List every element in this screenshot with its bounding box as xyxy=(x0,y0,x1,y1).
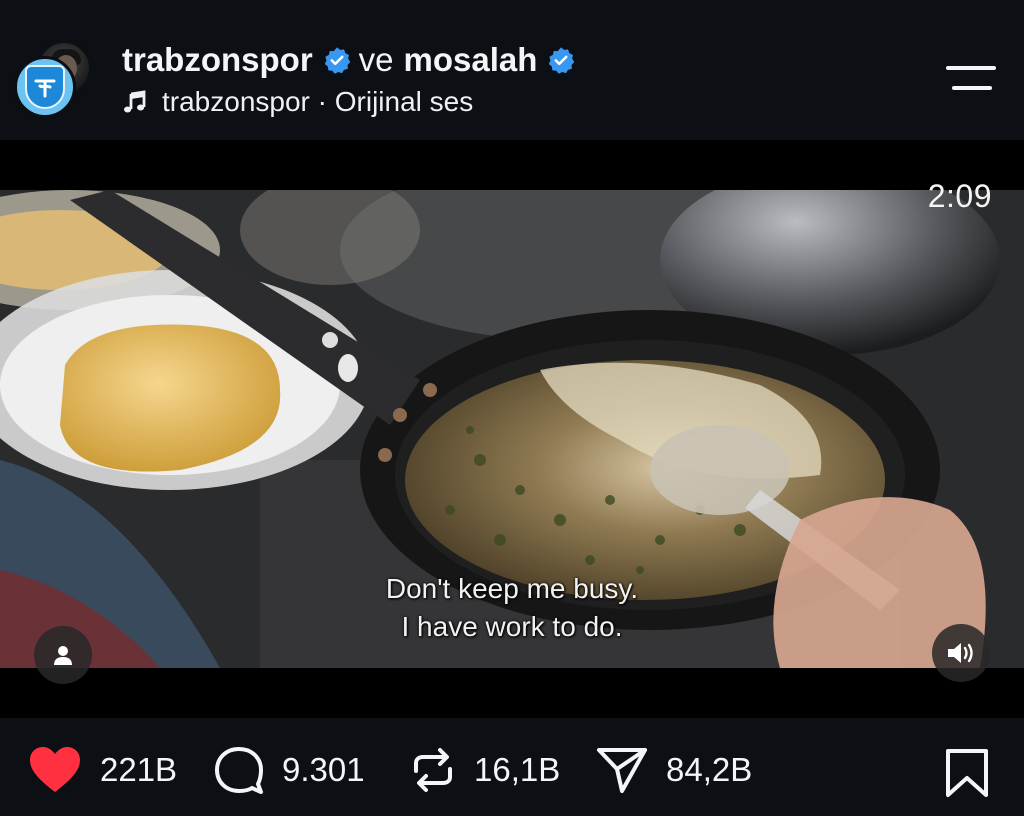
subtitle-line: I have work to do. xyxy=(401,611,623,642)
post-header: trabzonspor ve mosalah trabzonspor · Ori… xyxy=(0,0,1024,140)
author-secondary-link[interactable]: mosalah xyxy=(404,41,538,79)
heart-icon xyxy=(30,747,80,792)
comment-count: 9.301 xyxy=(282,751,365,788)
action-bar: 221B 9.301 16,1B 84,2B xyxy=(0,718,1024,816)
like-count: 221B xyxy=(100,751,178,788)
video-subtitles: Don't keep me busy. I have work to do. xyxy=(0,570,1024,646)
share-button[interactable]: 84,2B xyxy=(596,746,752,794)
speaker-icon xyxy=(948,643,973,663)
audio-label: trabzonspor · Orijinal ses xyxy=(162,86,474,117)
avatar-trabzonspor[interactable] xyxy=(14,56,76,118)
verified-badge-icon xyxy=(549,47,575,74)
menu-button[interactable] xyxy=(946,62,998,94)
send-icon xyxy=(597,748,647,793)
menu-icon xyxy=(946,66,996,70)
verified-badge-icon xyxy=(324,47,350,74)
comment-button[interactable]: 9.301 xyxy=(214,746,365,794)
comment-icon xyxy=(215,747,263,794)
tagged-people-button[interactable] xyxy=(34,626,92,684)
trabzonspor-logo-icon xyxy=(25,65,65,109)
collab-avatars[interactable] xyxy=(14,40,94,120)
audio-attribution[interactable]: trabzonspor · Orijinal ses xyxy=(122,84,473,120)
letterbox-top xyxy=(0,140,1024,190)
author-line: trabzonspor ve mosalah xyxy=(122,40,583,80)
music-note-icon xyxy=(124,90,146,113)
share-count: 84,2B xyxy=(666,751,753,788)
user-icon xyxy=(54,646,72,665)
save-button[interactable] xyxy=(944,748,990,798)
subtitle-line: Don't keep me busy. xyxy=(385,573,639,604)
letterbox-bottom xyxy=(0,668,1024,718)
repost-count: 16,1B xyxy=(474,751,561,788)
like-button[interactable]: 221B xyxy=(28,746,177,794)
video-timer: 2:09 xyxy=(927,178,992,214)
bookmark-icon xyxy=(946,749,988,797)
sound-toggle-button[interactable] xyxy=(932,624,990,682)
repost-button[interactable]: 16,1B xyxy=(410,746,560,794)
collab-connector: ve xyxy=(358,41,394,78)
repost-icon xyxy=(414,748,452,792)
author-primary-link[interactable]: trabzonspor xyxy=(122,41,313,79)
